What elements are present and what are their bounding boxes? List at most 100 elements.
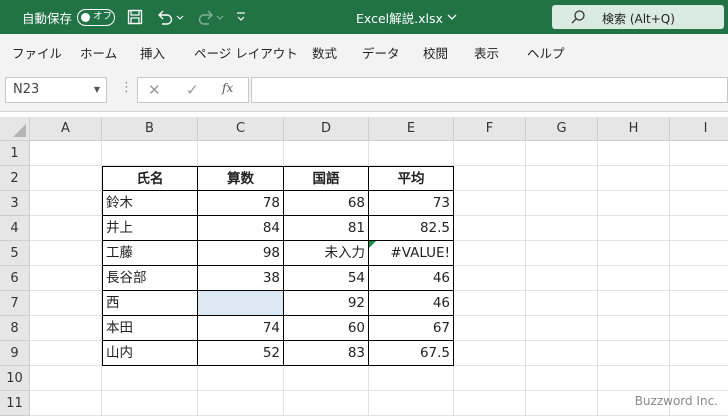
cell-h1[interactable] bbox=[598, 141, 670, 166]
tab-page-layout[interactable]: ページ レイアウト bbox=[194, 43, 298, 62]
cell-a7[interactable] bbox=[30, 291, 102, 316]
name-box[interactable]: N23 ▼ bbox=[5, 77, 107, 103]
row-header-11[interactable]: 11 bbox=[0, 391, 30, 416]
tab-formulas[interactable]: 数式 bbox=[312, 43, 337, 62]
cell-g7[interactable] bbox=[526, 291, 598, 316]
cell-d7[interactable]: 92 bbox=[284, 291, 369, 316]
cell-d2[interactable]: 国語 bbox=[284, 166, 369, 191]
cell-i6[interactable] bbox=[670, 266, 728, 291]
formula-input[interactable] bbox=[251, 77, 728, 103]
column-header-a[interactable]: A bbox=[30, 117, 102, 141]
insert-function-icon[interactable]: fx bbox=[222, 81, 233, 95]
cell-e11[interactable] bbox=[369, 391, 454, 416]
cell-i1[interactable] bbox=[670, 141, 728, 166]
cell-e9[interactable]: 67.5 bbox=[369, 341, 454, 366]
cell-i9[interactable] bbox=[670, 341, 728, 366]
cell-e1[interactable] bbox=[369, 141, 454, 166]
cell-g8[interactable] bbox=[526, 316, 598, 341]
autosave-toggle[interactable]: オフ bbox=[77, 9, 115, 26]
cell-b5[interactable]: 工藤 bbox=[102, 241, 198, 266]
tab-help[interactable]: ヘルプ bbox=[527, 43, 565, 62]
row-header-2[interactable]: 2 bbox=[0, 166, 30, 191]
cell-h4[interactable] bbox=[598, 216, 670, 241]
search-input[interactable]: 検索 (Alt+Q) bbox=[552, 5, 724, 29]
cell-i3[interactable] bbox=[670, 191, 728, 216]
redo-icon[interactable] bbox=[196, 0, 224, 34]
cell-g11[interactable] bbox=[526, 391, 598, 416]
row-header-6[interactable]: 6 bbox=[0, 266, 30, 291]
cell-c5[interactable]: 98 bbox=[198, 241, 284, 266]
customize-toolbar-icon[interactable] bbox=[236, 0, 246, 34]
more-options-icon[interactable]: ⋮ bbox=[120, 80, 133, 95]
column-header-d[interactable]: D bbox=[284, 117, 369, 141]
cell-c8[interactable]: 74 bbox=[198, 316, 284, 341]
cell-e2[interactable]: 平均 bbox=[369, 166, 454, 191]
cell-d4[interactable]: 81 bbox=[284, 216, 369, 241]
cell-h8[interactable] bbox=[598, 316, 670, 341]
cell-f1[interactable] bbox=[454, 141, 526, 166]
cell-c1[interactable] bbox=[198, 141, 284, 166]
cell-b6[interactable]: 長谷部 bbox=[102, 266, 198, 291]
column-header-c[interactable]: C bbox=[198, 117, 284, 141]
save-icon[interactable] bbox=[127, 0, 143, 34]
cell-e4[interactable]: 82.5 bbox=[369, 216, 454, 241]
column-header-f[interactable]: F bbox=[454, 117, 526, 141]
cell-b8[interactable]: 本田 bbox=[102, 316, 198, 341]
row-header-9[interactable]: 9 bbox=[0, 341, 30, 366]
cell-a10[interactable] bbox=[30, 366, 102, 391]
cell-a4[interactable] bbox=[30, 216, 102, 241]
cell-g5[interactable] bbox=[526, 241, 598, 266]
cell-h3[interactable] bbox=[598, 191, 670, 216]
cell-c3[interactable]: 78 bbox=[198, 191, 284, 216]
select-all-button[interactable] bbox=[0, 117, 30, 141]
cell-b2[interactable]: 氏名 bbox=[102, 166, 198, 191]
enter-icon[interactable]: ✓ bbox=[186, 81, 199, 99]
cell-h10[interactable] bbox=[598, 366, 670, 391]
cell-a2[interactable] bbox=[30, 166, 102, 191]
cell-d10[interactable] bbox=[284, 366, 369, 391]
cell-a8[interactable] bbox=[30, 316, 102, 341]
cell-d6[interactable]: 54 bbox=[284, 266, 369, 291]
cell-d5[interactable]: 未入力 bbox=[284, 241, 369, 266]
cell-b3[interactable]: 鈴木 bbox=[102, 191, 198, 216]
cell-a6[interactable] bbox=[30, 266, 102, 291]
cell-d11[interactable] bbox=[284, 391, 369, 416]
cell-f3[interactable] bbox=[454, 191, 526, 216]
column-header-h[interactable]: H bbox=[598, 117, 670, 141]
cell-e3[interactable]: 73 bbox=[369, 191, 454, 216]
cell-b7[interactable]: 西 bbox=[102, 291, 198, 316]
cell-g1[interactable] bbox=[526, 141, 598, 166]
cell-e6[interactable]: 46 bbox=[369, 266, 454, 291]
cell-g6[interactable] bbox=[526, 266, 598, 291]
cell-f7[interactable] bbox=[454, 291, 526, 316]
cell-f8[interactable] bbox=[454, 316, 526, 341]
cell-d9[interactable]: 83 bbox=[284, 341, 369, 366]
cell-i10[interactable] bbox=[670, 366, 728, 391]
row-header-1[interactable]: 1 bbox=[0, 141, 30, 166]
tab-view[interactable]: 表示 bbox=[474, 43, 499, 62]
row-header-8[interactable]: 8 bbox=[0, 316, 30, 341]
cell-d3[interactable]: 68 bbox=[284, 191, 369, 216]
tab-file[interactable]: ファイル bbox=[12, 43, 62, 62]
cell-c7[interactable] bbox=[198, 291, 284, 316]
error-indicator-icon[interactable] bbox=[369, 241, 376, 248]
row-header-7[interactable]: 7 bbox=[0, 291, 30, 316]
cell-b1[interactable] bbox=[102, 141, 198, 166]
cell-h9[interactable] bbox=[598, 341, 670, 366]
document-title[interactable]: Excel解説.xlsx bbox=[356, 0, 458, 34]
cell-e5[interactable]: #VALUE! bbox=[369, 241, 454, 266]
cell-i2[interactable] bbox=[670, 166, 728, 191]
cell-f4[interactable] bbox=[454, 216, 526, 241]
cell-h7[interactable] bbox=[598, 291, 670, 316]
chevron-down-icon[interactable]: ▼ bbox=[94, 85, 100, 94]
cell-c10[interactable] bbox=[198, 366, 284, 391]
cell-g9[interactable] bbox=[526, 341, 598, 366]
cell-c2[interactable]: 算数 bbox=[198, 166, 284, 191]
cell-f10[interactable] bbox=[454, 366, 526, 391]
cell-d1[interactable] bbox=[284, 141, 369, 166]
row-header-4[interactable]: 4 bbox=[0, 216, 30, 241]
cell-h5[interactable] bbox=[598, 241, 670, 266]
cell-b11[interactable] bbox=[102, 391, 198, 416]
cell-b9[interactable]: 山内 bbox=[102, 341, 198, 366]
cell-e7[interactable]: 46 bbox=[369, 291, 454, 316]
